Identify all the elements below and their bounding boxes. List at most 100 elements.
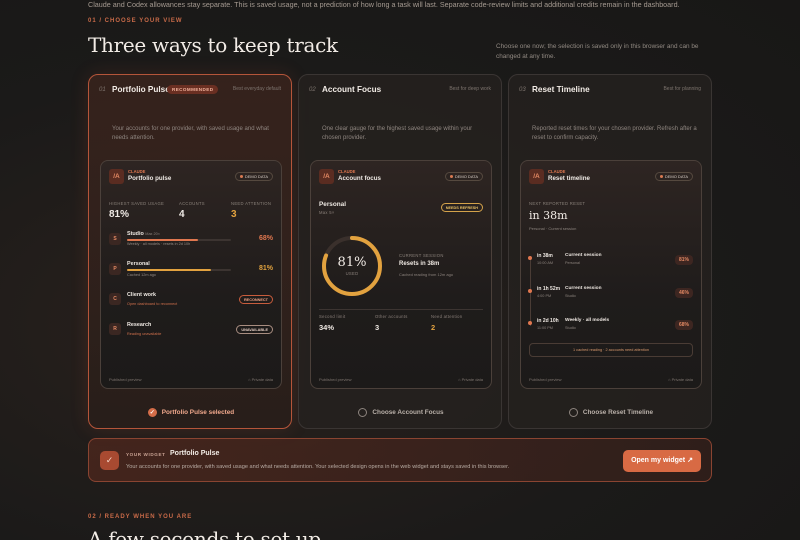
account-focus-preview: /A CLAUDE Account focus DEMO DATA Person… xyxy=(310,160,492,389)
choose-label: Portfolio Pulse selected xyxy=(161,409,235,417)
stat-label: Other accounts xyxy=(375,314,408,319)
account-name: Studio Max 20× xyxy=(127,231,160,237)
demo-data-badge: DEMO DATA xyxy=(654,172,693,181)
stat-value: 3 xyxy=(231,209,237,220)
preview-title: Account focus xyxy=(338,175,381,182)
radio-icon xyxy=(568,408,578,417)
private-label: Private data xyxy=(671,377,693,382)
card-description: One clear gauge for the highest saved us… xyxy=(322,126,473,141)
card-reset-timeline[interactable]: 03 Reset Timeline Best for planning Repo… xyxy=(508,74,712,429)
session-sub: Cached reading from 12m ago xyxy=(399,272,454,277)
lock-icon: ⌂ xyxy=(248,377,251,382)
timeline-pct: 81% xyxy=(674,255,693,265)
stat-value: 34% xyxy=(319,323,335,332)
account-icon: C xyxy=(109,293,121,305)
account-sub: Open dashboard to reconnect xyxy=(127,302,178,306)
section1-eyebrow: 01 / CHOOSE YOUR VIEW xyxy=(88,18,183,24)
choose-portfolio-pulse[interactable]: ✓ Portfolio Pulse selected xyxy=(89,408,293,417)
choose-reset-timeline[interactable]: Choose Reset Timeline xyxy=(509,408,713,417)
timeline-clock: 4:00 PM xyxy=(537,294,552,298)
provider-label: CLAUDE xyxy=(128,169,146,174)
radio-icon xyxy=(358,408,368,417)
card-number: 01 xyxy=(99,87,106,93)
unavailable-pill: UNAVAILABLE xyxy=(236,325,273,334)
section1-note: Choose one now; the selection is saved o… xyxy=(496,43,699,60)
gauge-value: 81% xyxy=(337,255,367,270)
widget-label: YOUR WIDGET xyxy=(126,452,166,457)
timeline-dot xyxy=(528,289,532,293)
dot-icon xyxy=(659,175,663,178)
stat-value: 2 xyxy=(431,323,436,332)
recommended-badge: RECOMMENDED xyxy=(167,85,219,94)
timeline-clock: 10:00 AM xyxy=(537,261,554,265)
timeline-time: in 2d 10h xyxy=(537,318,559,324)
stat-label: NEED ATTENTION xyxy=(231,201,272,206)
usage-bar xyxy=(127,269,231,271)
next-reset-sub: Personal · Current session xyxy=(529,226,577,231)
account-sub: Weekly · all models · resets in 2d 10h xyxy=(127,242,191,246)
intro-text: Claude and Codex allowances stay separat… xyxy=(88,0,680,9)
session-value: Resets in 38m xyxy=(399,261,440,267)
demo-data-badge: DEMO DATA xyxy=(444,172,483,181)
demo-label: DEMO DATA xyxy=(244,174,268,179)
card-portfolio-pulse[interactable]: 01 Portfolio Pulse RECOMMENDED Best ever… xyxy=(88,74,292,429)
private-label: Private data xyxy=(461,377,483,382)
choose-account-focus[interactable]: Choose Account Focus xyxy=(299,408,503,417)
card-number: 03 xyxy=(519,87,526,93)
card-title: Account Focus xyxy=(322,85,382,94)
timeline-pct: 46% xyxy=(674,288,693,298)
preview-foot-left: Published preview xyxy=(529,377,562,382)
account-name: Personal xyxy=(127,261,150,267)
timeline-account: Studio xyxy=(565,326,576,330)
preview-foot-right: ⌂ Private data xyxy=(458,377,483,382)
preview-title: Portfolio pulse xyxy=(128,175,172,182)
demo-label: DEMO DATA xyxy=(454,174,478,179)
preview-foot-left: Published preview xyxy=(109,377,142,382)
timeline-clock: 11:00 PM xyxy=(537,326,553,330)
needs-refresh-pill[interactable]: NEEDS REFRESH xyxy=(440,203,483,212)
provider-label: CLAUDE xyxy=(548,169,566,174)
preview-foot-left: Published preview xyxy=(319,377,352,382)
gauge-label: USED xyxy=(345,271,359,276)
private-label: Private data xyxy=(251,377,273,382)
choose-label: Choose Account Focus xyxy=(372,409,444,417)
divider xyxy=(319,309,483,310)
card-number: 02 xyxy=(309,87,316,93)
focus-plan: Max 5× xyxy=(319,210,335,215)
account-icon: P xyxy=(109,263,121,275)
card-title: Reset Timeline xyxy=(532,85,590,94)
demo-label: DEMO DATA xyxy=(664,174,688,179)
choose-label: Choose Reset Timeline xyxy=(582,409,654,417)
stat-value: 81% xyxy=(109,209,130,220)
account-name-text: Studio xyxy=(127,231,144,237)
preview-foot-right: ⌂ Private data xyxy=(668,377,693,382)
provider-logo: /A xyxy=(109,169,124,184)
timeline-dot xyxy=(528,321,532,325)
section1-title: Three ways to keep track xyxy=(88,33,338,57)
stat-label: Need attention xyxy=(431,314,463,319)
stat-label: Second limit xyxy=(319,314,346,319)
timeline-name: Current session xyxy=(565,286,602,291)
timeline-pct: 68% xyxy=(674,320,693,330)
preview-foot-right: ⌂ Private data xyxy=(248,377,273,382)
provider-logo: /A xyxy=(319,169,334,184)
usage-bar xyxy=(127,239,231,241)
your-widget-banner: ✓ YOUR WIDGET Portfolio Pulse Your accou… xyxy=(88,438,712,482)
card-account-focus[interactable]: 02 Account Focus Best for deep work One … xyxy=(298,74,502,429)
demo-data-badge: DEMO DATA xyxy=(234,172,273,181)
account-name: Research xyxy=(127,322,152,328)
reconnect-pill[interactable]: RECONNECT xyxy=(238,295,273,304)
usage-percent: 81% xyxy=(258,265,273,272)
next-reset-value: in 38m xyxy=(529,209,568,222)
open-widget-button[interactable]: Open my widget ↗ xyxy=(623,450,701,472)
portfolio-pulse-preview: /A CLAUDE Portfolio pulse DEMO DATA HIGH… xyxy=(100,160,282,389)
widget-description: Your accounts for one provider, with sav… xyxy=(126,464,510,470)
usage-percent: 68% xyxy=(258,235,273,242)
next-reset-label: NEXT REPORTED RESET xyxy=(529,201,586,206)
focus-account-name: Personal xyxy=(319,201,346,208)
timeline-account: Studio xyxy=(565,294,576,298)
reset-timeline-preview: /A CLAUDE Reset timeline DEMO DATA NEXT … xyxy=(520,160,702,389)
preview-title: Reset timeline xyxy=(548,175,590,182)
timeline-account: Personal xyxy=(565,261,580,265)
check-icon: ✓ xyxy=(100,451,119,470)
